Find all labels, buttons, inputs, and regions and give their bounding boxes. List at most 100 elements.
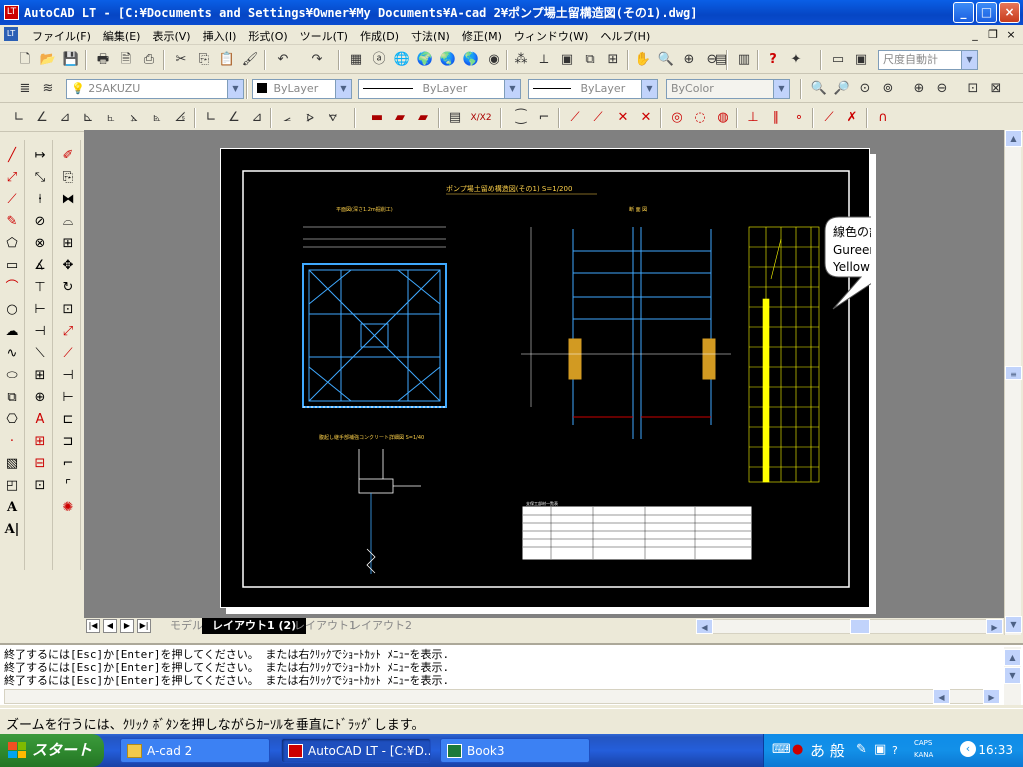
insert-block-icon[interactable]: ⧉ [2, 388, 22, 408]
copy-icon[interactable]: ⎘ [193, 49, 215, 71]
rotate-icon[interactable]: ↻ [58, 278, 78, 298]
scroll-right-icon[interactable]: ▶ [983, 689, 1000, 704]
snap-temp-icon[interactable]: ⌐ [533, 107, 555, 129]
extend-icon[interactable]: ⊢ [58, 388, 78, 408]
print-preview-icon[interactable]: 🗎 [115, 49, 137, 71]
lengthen-icon[interactable]: ⟋ [58, 344, 78, 364]
chevron-left-icon[interactable]: ‹ [960, 741, 976, 757]
dim-diameter-icon[interactable]: ⊗ [30, 234, 50, 254]
snap-icon[interactable]: ⁂ [510, 49, 532, 71]
redo-icon[interactable]: ↷ [306, 49, 328, 71]
zoom-window-icon[interactable]: 🔍 [808, 78, 830, 100]
cut-icon[interactable]: ✂ [170, 49, 192, 71]
menu-window[interactable]: ウィンドウ(W) [508, 27, 594, 45]
dim-linear-icon[interactable]: ↦ [30, 146, 50, 166]
ucs-icon[interactable]: ⟂ [533, 49, 555, 71]
ucs-preset-icon[interactable]: ⦡ [322, 107, 344, 129]
ucs-z-icon[interactable]: ⊿ [246, 107, 268, 129]
menu-dimension[interactable]: 寸法(N) [405, 27, 456, 45]
menu-help[interactable]: ヘルプ(H) [594, 27, 656, 45]
zoom-extents-icon[interactable]: ⊠ [985, 78, 1007, 100]
snap-none-icon[interactable]: ✗ [841, 107, 863, 129]
snap-perpendicular-icon[interactable]: ⊥ [742, 107, 764, 129]
break-icon[interactable]: ⊏ [58, 410, 78, 430]
scale-object-icon[interactable]: ⊡ [58, 300, 78, 320]
task-autocad[interactable]: AutoCAD LT - [C:¥D... [281, 738, 431, 763]
circle-icon[interactable]: ○ [2, 300, 22, 320]
polygon-icon[interactable]: ⬠ [2, 234, 22, 254]
tab-first-button[interactable]: |◀ [86, 619, 100, 633]
offset-icon[interactable]: ⌓ [58, 212, 78, 232]
snap-from-icon[interactable]: ⁐ [510, 107, 532, 129]
linetype-combo[interactable]: ByLayer ▼ [358, 79, 521, 99]
ucs-origin-icon[interactable]: ⦛ [123, 107, 145, 129]
quick-dim-icon[interactable]: ⊤ [30, 278, 50, 298]
layer-manager-icon[interactable]: ≣ [14, 78, 36, 100]
horizontal-scrollbar[interactable]: ◀ ▶ [696, 619, 1003, 634]
center-mark-icon[interactable]: ⊕ [30, 388, 50, 408]
start-button[interactable]: スタート [0, 734, 104, 767]
ucs-y-icon[interactable]: ∠ [223, 107, 245, 129]
adc-icon[interactable]: ⧉ [579, 49, 601, 71]
task-book3[interactable]: Book3 [440, 738, 590, 763]
scroll-thumb-h[interactable] [850, 619, 870, 634]
osnap-settings-icon[interactable]: ∩ [872, 107, 894, 129]
doc-close-button[interactable]: × [1004, 28, 1018, 41]
xline-icon[interactable]: ⤢ [2, 168, 22, 188]
chamfer-icon[interactable]: ⌐ [58, 454, 78, 474]
new-icon[interactable]: 🗋 [14, 49, 36, 71]
arc-icon[interactable]: ⌒ [2, 278, 22, 298]
ucs-apply-icon[interactable]: ⦟ [276, 107, 298, 129]
ucs-view-icon[interactable]: ⦜ [100, 107, 122, 129]
drawing-canvas[interactable]: ポンプ場土留め構造図(その1) S=1/200 平面図(深さ1.2m掘削工) 断… [84, 130, 1004, 618]
explode-icon[interactable]: ✺ [58, 498, 78, 518]
snap-intersection-icon[interactable]: ✕ [612, 107, 634, 129]
tab-last-button[interactable]: ▶| [137, 619, 151, 633]
snap-midpoint-icon[interactable]: ⟋ [587, 107, 609, 129]
menu-file[interactable]: ファイル(F) [26, 27, 97, 45]
zoom-scale-icon[interactable]: ⊙ [854, 78, 876, 100]
ucs-zaxis-icon[interactable]: ⦝ [146, 107, 168, 129]
dim-style-icon[interactable]: ▭ [827, 49, 849, 71]
layer-previous-icon[interactable]: ≋ [37, 78, 59, 100]
ime-mode[interactable]: あ 般 [810, 740, 845, 761]
zoom-realtime-icon[interactable]: 🔍 [655, 49, 677, 71]
help-icon[interactable]: ? [892, 744, 898, 757]
dim-style-icon[interactable]: ⊡ [30, 476, 50, 496]
text-style-icon[interactable]: ▤ [444, 107, 466, 129]
tab-next-button[interactable]: ▶ [120, 619, 134, 633]
scroll-up-icon[interactable]: ▲ [1004, 649, 1021, 666]
globe-3-icon[interactable]: 🌎 [460, 49, 482, 71]
task-acad2[interactable]: A-cad 2 [120, 738, 270, 763]
polyline-icon[interactable]: ⟋ [2, 190, 22, 210]
scroll-right-icon[interactable]: ▶ [986, 619, 1003, 634]
menu-view[interactable]: 表示(V) [146, 27, 196, 45]
snap-node-icon[interactable]: ∘ [788, 107, 810, 129]
table-icon[interactable]: ▥ [733, 49, 755, 71]
tab-layout2[interactable]: レイアウト2 [340, 618, 422, 634]
stretch-icon[interactable]: ⤢ [58, 322, 78, 342]
point-icon[interactable]: · [2, 432, 22, 452]
doc-restore-button[interactable]: ❐ [986, 28, 1000, 41]
snap-tangent-icon[interactable]: ◍ [712, 107, 734, 129]
menu-tools[interactable]: ツール(T) [294, 27, 354, 45]
dim-update-icon[interactable]: ⊟ [30, 454, 50, 474]
dim-baseline-icon[interactable]: ⊢ [30, 300, 50, 320]
ime-pad-icon[interactable]: ▣ [874, 742, 886, 757]
chevron-down-icon[interactable]: ▼ [227, 80, 243, 98]
scroll-up-icon[interactable]: ▲ [1005, 130, 1022, 147]
plotstyle-combo[interactable]: ByColor ▼ [666, 79, 790, 99]
trim-icon[interactable]: ⊣ [58, 366, 78, 386]
chevron-down-icon[interactable]: ▼ [641, 80, 657, 98]
ucs-object-icon[interactable]: ⊾ [77, 107, 99, 129]
ucs-world-icon[interactable]: ∟ [8, 107, 30, 129]
doc-minimize-button[interactable]: _ [968, 28, 982, 41]
command-h-scrollbar[interactable]: ◀ ▶ [4, 689, 1000, 704]
web-icon[interactable]: ⓐ [368, 49, 390, 71]
spline-icon[interactable]: ∿ [2, 344, 22, 364]
keyboard-icon[interactable]: ⌨ [772, 742, 791, 757]
menu-edit[interactable]: 編集(E) [97, 27, 147, 45]
erase-icon[interactable]: ✐ [58, 146, 78, 166]
paper-sheet[interactable]: ポンプ場土留め構造図(その1) S=1/200 平面図(深さ1.2m掘削工) 断… [220, 148, 871, 608]
tool-palette-icon[interactable]: ⊞ [602, 49, 624, 71]
